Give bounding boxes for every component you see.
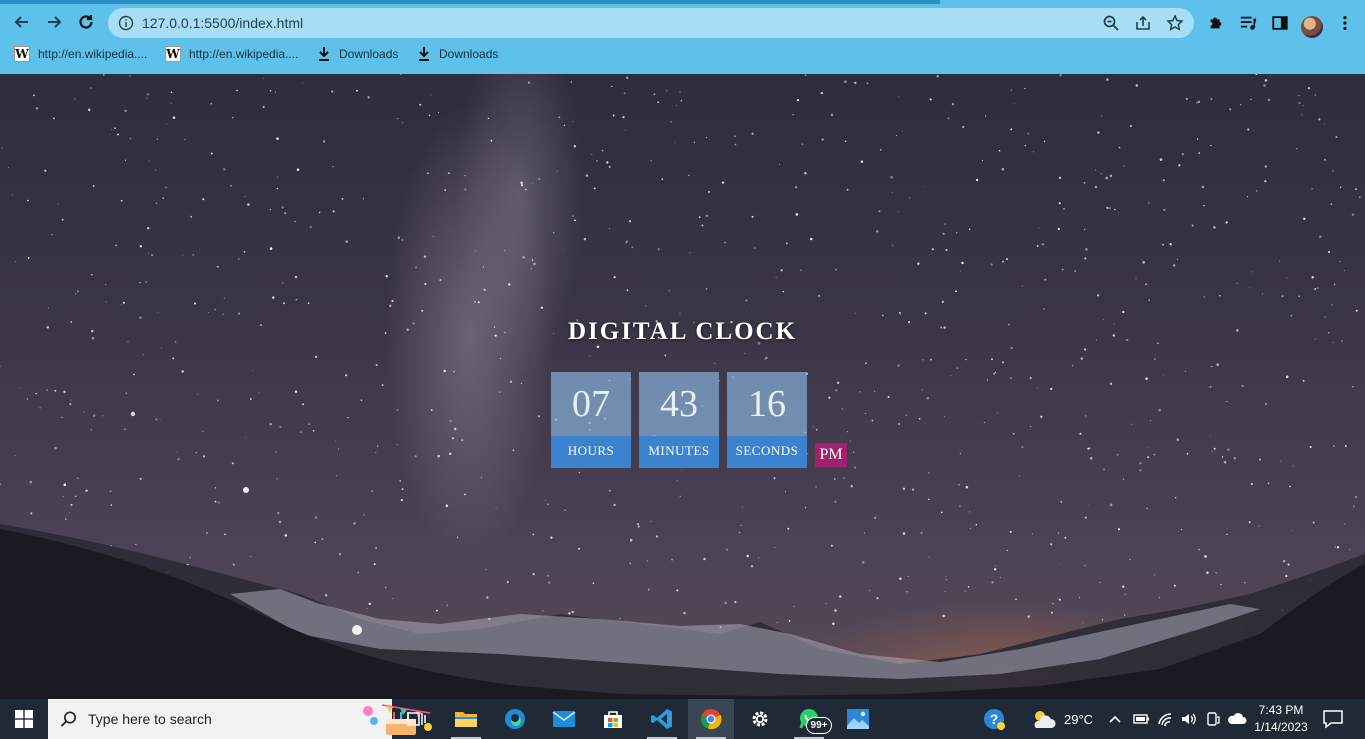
help-tray-item[interactable]: ? <box>982 699 1006 739</box>
browser-toolbar: 127.0.0.1:5500/index.html <box>0 4 1365 40</box>
edge-icon <box>505 709 525 729</box>
reload-icon <box>79 15 93 29</box>
bookmark-label: http://en.wikipedia.... <box>189 47 299 61</box>
cloud-icon <box>1228 713 1247 724</box>
wifi-icon <box>1158 713 1172 727</box>
chrome-button[interactable] <box>688 699 734 739</box>
search-icon <box>60 711 76 727</box>
menu-button[interactable] <box>1334 12 1356 34</box>
bookmarks-bar: W http://en.wikipedia.... W http://en.wi… <box>0 44 1365 66</box>
task-view-button[interactable] <box>394 699 440 739</box>
bookmark-item[interactable]: W http://en.wikipedia.... <box>165 46 298 62</box>
zoom-icon[interactable] <box>1102 14 1120 32</box>
browser-chrome: 127.0.0.1:5500/index.html W http://en.wi… <box>0 0 1365 74</box>
taskbar-clock[interactable]: 7:43 PM 1/14/2023 <box>1248 702 1314 736</box>
minutes-box: 43 MINUTES <box>639 372 719 468</box>
onedrive-tray-item[interactable] <box>1227 699 1247 739</box>
hours-box: 07 HOURS <box>551 372 631 468</box>
bookmark-item[interactable]: Downloads <box>417 46 498 62</box>
side-panel-icon <box>1272 16 1288 30</box>
phone-link-icon <box>1207 712 1220 726</box>
puzzle-icon <box>1210 17 1222 29</box>
folder-icon <box>455 712 477 727</box>
download-icon <box>419 47 429 61</box>
photos-button[interactable] <box>835 699 881 739</box>
svg-text:?: ? <box>990 711 999 727</box>
minutes-value: 43 <box>639 372 719 436</box>
speaker-icon <box>1182 713 1196 725</box>
profile-avatar[interactable] <box>1301 16 1323 38</box>
help-icon: ? <box>984 709 1005 730</box>
bookmark-star-icon[interactable] <box>1166 14 1184 32</box>
vscode-button[interactable] <box>639 699 685 739</box>
store-button[interactable] <box>590 699 636 739</box>
download-icon <box>319 47 329 61</box>
minutes-label: MINUTES <box>639 436 719 468</box>
hours-value: 07 <box>551 372 631 436</box>
address-bar[interactable]: 127.0.0.1:5500/index.html <box>108 8 1194 38</box>
wifi-tray-item[interactable] <box>1157 699 1175 739</box>
search-placeholder: Type here to search <box>88 711 212 727</box>
seconds-box: 16 SECONDS <box>727 372 807 468</box>
chrome-icon <box>700 709 722 730</box>
windows-logo-icon <box>15 710 33 728</box>
seconds-label: SECONDS <box>727 436 807 468</box>
bookmark-label: Downloads <box>339 47 399 61</box>
file-explorer-button[interactable] <box>443 699 489 739</box>
mail-icon <box>552 711 576 727</box>
extensions-button[interactable] <box>1205 12 1227 34</box>
whatsapp-unread-badge: 99+ <box>806 717 832 734</box>
gear-icon <box>752 711 768 727</box>
side-panel-button[interactable] <box>1269 12 1291 34</box>
chevron-up-icon <box>1109 715 1121 723</box>
windows-taskbar: Type here to search ? 29°C 7:43 PM 1/14/… <box>0 699 1365 739</box>
arrow-left-icon <box>14 16 28 28</box>
volume-tray-item[interactable] <box>1180 699 1198 739</box>
taskbar-search-box[interactable]: Type here to search <box>48 699 432 739</box>
battery-tray-item[interactable] <box>1132 699 1150 739</box>
share-icon[interactable] <box>1134 14 1152 32</box>
bookmark-item[interactable]: W http://en.wikipedia.... <box>14 46 147 62</box>
settings-button[interactable] <box>737 699 783 739</box>
hours-label: HOURS <box>551 436 631 468</box>
edge-button[interactable] <box>492 699 538 739</box>
weather-partly-cloudy-icon <box>1034 711 1056 728</box>
wikipedia-icon: W <box>14 46 30 62</box>
back-button[interactable] <box>8 8 36 36</box>
mail-button[interactable] <box>541 699 587 739</box>
seconds-value: 16 <box>727 372 807 436</box>
show-hidden-icons-button[interactable] <box>1108 699 1122 739</box>
notification-icon[interactable] <box>1322 709 1344 729</box>
media-control-button[interactable] <box>1237 12 1259 34</box>
reload-button[interactable] <box>72 8 100 36</box>
clock-time: 7:43 PM <box>1258 703 1304 717</box>
weather-tray-item[interactable]: 29°C <box>1030 699 1093 739</box>
device-tray-item[interactable] <box>1205 699 1221 739</box>
page-title: DIGITAL CLOCK <box>567 318 798 345</box>
bookmark-item[interactable]: Downloads <box>317 46 398 62</box>
more-vertical-icon <box>1343 15 1347 31</box>
forward-button[interactable] <box>40 8 68 36</box>
bookmark-label: http://en.wikipedia.... <box>38 47 148 61</box>
clock-date: 1/14/2023 <box>1254 720 1308 734</box>
store-icon <box>604 711 622 728</box>
wikipedia-icon: W <box>165 46 181 62</box>
night-sky-background: DIGITAL CLOCK 07 HOURS 43 MINUTES 16 SEC… <box>0 74 1365 699</box>
task-view-icon <box>407 712 426 726</box>
battery-icon <box>1133 714 1149 724</box>
weather-temperature: 29°C <box>1064 711 1094 727</box>
bookmark-label: Downloads <box>439 47 499 61</box>
vscode-icon <box>651 709 672 729</box>
photos-icon <box>847 709 869 729</box>
playlist-icon <box>1240 16 1257 30</box>
ampm-badge: PM <box>815 443 847 467</box>
start-button[interactable] <box>0 699 48 739</box>
arrow-right-icon <box>48 16 62 28</box>
address-url[interactable]: 127.0.0.1:5500/index.html <box>142 15 303 31</box>
info-icon[interactable] <box>118 15 134 31</box>
